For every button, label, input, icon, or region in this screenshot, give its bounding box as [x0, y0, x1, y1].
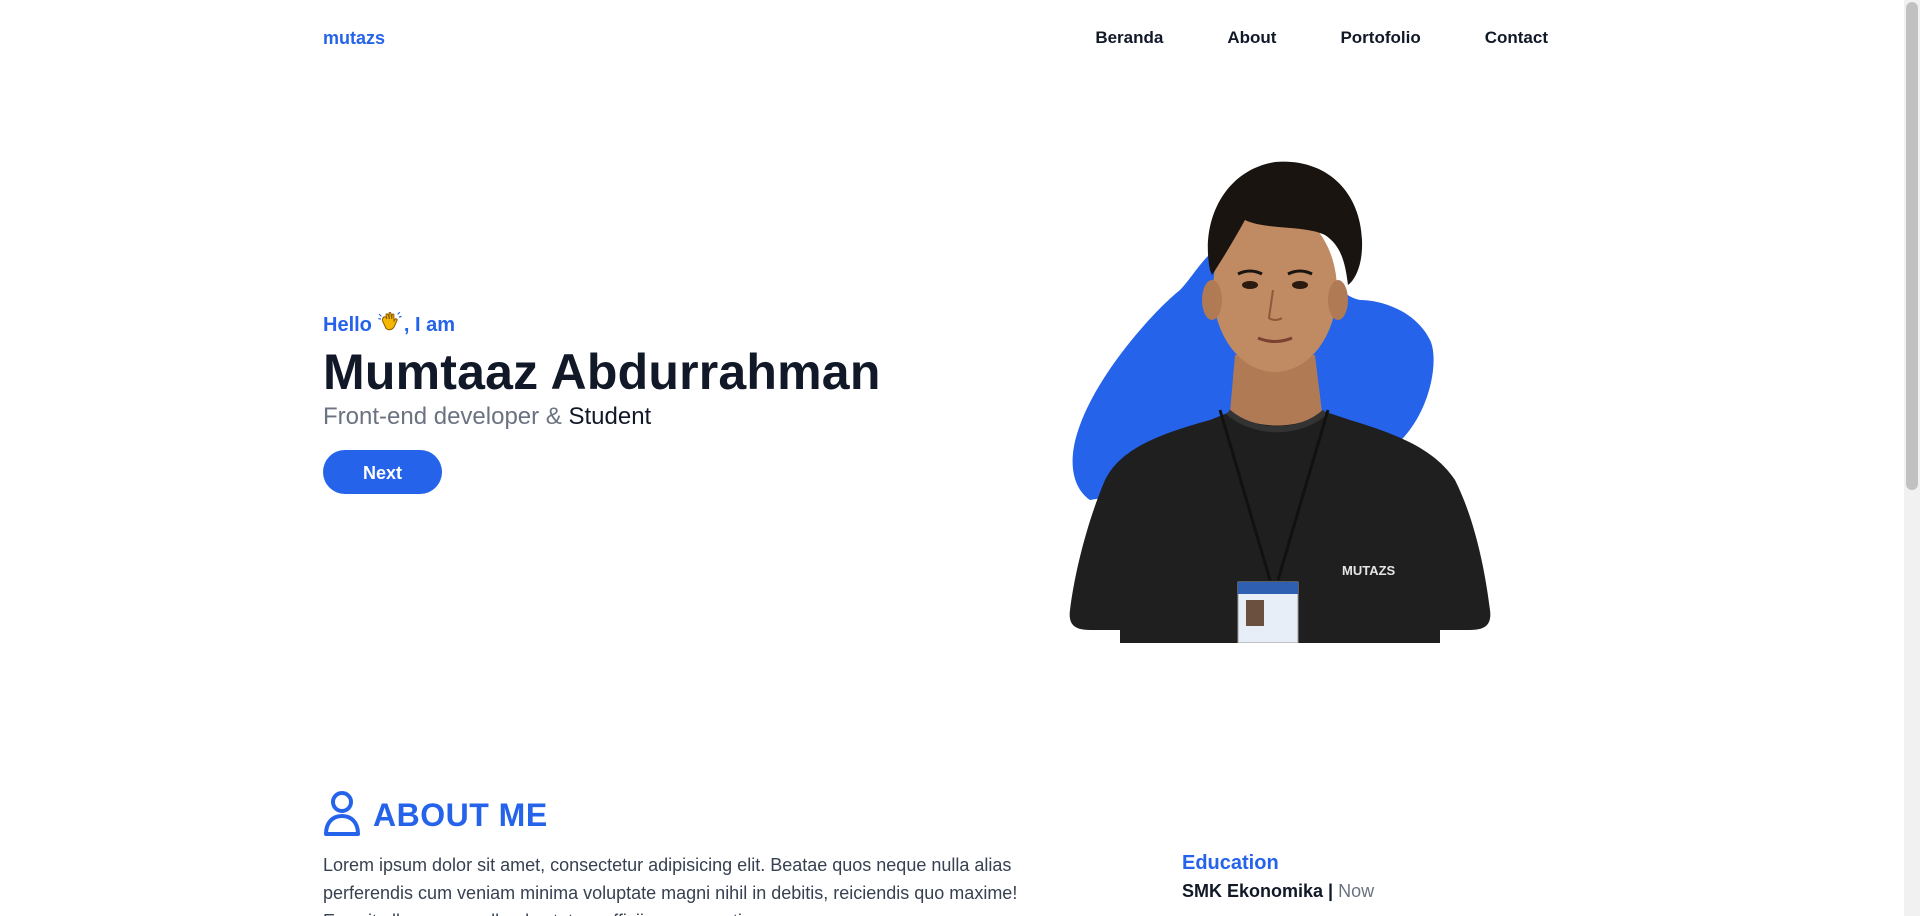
- nav-item-about: About: [1163, 28, 1276, 48]
- education-heading: Education: [1182, 852, 1279, 874]
- hero-name: Mumtaaz Abdurrahman: [323, 344, 881, 400]
- hero-role-suffix: Student: [568, 403, 652, 430]
- user-icon: [323, 790, 361, 841]
- hero-role-prefix: Front-end developer &: [323, 403, 562, 430]
- nav-link-portofolio[interactable]: Portofolio: [1340, 28, 1420, 48]
- hero-section: Hello , I am Mumtaaz Abdurrahman Front-e…: [323, 310, 881, 494]
- education-block: Education SMK Ekonomika | Now: [1182, 852, 1374, 902]
- hero-greeting-suffix: , I am: [403, 313, 456, 336]
- nav-item-contact: Contact: [1421, 28, 1548, 48]
- navbar: mutazs Beranda About Portofolio Contact: [323, 0, 1548, 76]
- education-period: Now: [1338, 881, 1375, 901]
- nav-link-beranda[interactable]: Beranda: [1095, 28, 1163, 48]
- about-title: ABOUT ME: [373, 797, 548, 833]
- education-separator: |: [1328, 881, 1334, 901]
- nav-item-beranda: Beranda: [1031, 28, 1163, 48]
- shirt-text: MUTAZS: [1342, 563, 1396, 578]
- hero-greeting-hello: Hello: [323, 313, 372, 336]
- nav-link-about[interactable]: About: [1227, 28, 1276, 48]
- education-school: SMK Ekonomika: [1182, 881, 1324, 901]
- page: mutazs Beranda About Portofolio Contact …: [0, 0, 1920, 916]
- about-description: Lorem ipsum dolor sit amet, consectetur …: [323, 855, 1018, 916]
- waving-hand-icon: [378, 310, 402, 340]
- nav-menu: Beranda About Portofolio Contact: [1031, 28, 1548, 48]
- brand-logo-link[interactable]: mutazs: [323, 28, 385, 49]
- profile-photo: MUTAZS: [1060, 150, 1510, 644]
- education-entry: SMK Ekonomika | Now: [1182, 881, 1374, 902]
- page-scrollbar[interactable]: [1904, 0, 1920, 916]
- hero-greeting: Hello , I am: [323, 310, 881, 340]
- about-heading: ABOUT ME: [323, 790, 548, 841]
- nav-link-contact[interactable]: Contact: [1485, 28, 1548, 48]
- scrollbar-thumb[interactable]: [1906, 2, 1918, 490]
- nav-item-portofolio: Portofolio: [1276, 28, 1420, 48]
- hero-role: Front-end developer & Student: [323, 402, 881, 432]
- next-button[interactable]: Next: [323, 450, 442, 494]
